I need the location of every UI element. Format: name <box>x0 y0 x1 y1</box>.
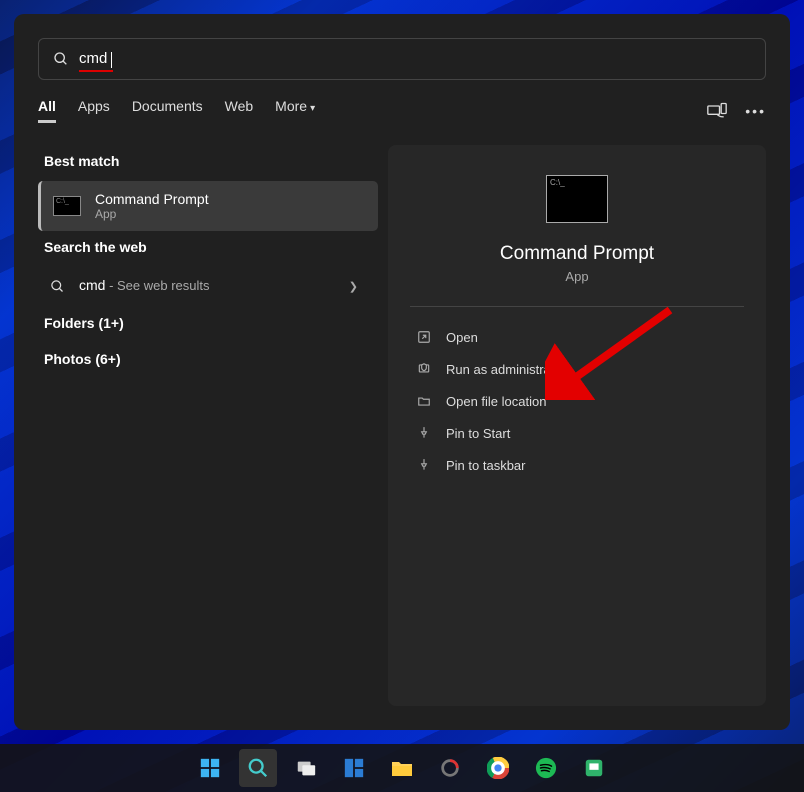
taskbar <box>0 744 804 792</box>
category-photos[interactable]: Photos (6+) <box>38 341 378 377</box>
command-prompt-icon: C:\_ <box>546 175 608 223</box>
section-search-web: Search the web <box>44 239 378 255</box>
open-icon <box>416 329 432 345</box>
action-open[interactable]: Open <box>410 321 744 353</box>
best-match-subtitle: App <box>95 207 209 221</box>
web-result-item[interactable]: cmd - See web results ❯ <box>38 267 378 305</box>
tab-documents[interactable]: Documents <box>132 98 203 123</box>
text-caret <box>111 52 112 68</box>
taskbar-task-view[interactable] <box>287 749 325 787</box>
chevron-right-icon: ❯ <box>349 280 358 293</box>
search-icon <box>53 51 69 67</box>
action-pin-to-taskbar[interactable]: Pin to taskbar <box>410 449 744 481</box>
action-run-as-administrator[interactable]: Run as administrator <box>410 353 744 385</box>
best-match-item[interactable]: C:\_ Command Prompt App <box>38 181 378 231</box>
devices-icon[interactable] <box>707 102 727 120</box>
pin-icon <box>416 457 432 473</box>
taskbar-spotify[interactable] <box>527 749 565 787</box>
start-button[interactable] <box>191 749 229 787</box>
admin-shield-icon <box>416 361 432 377</box>
divider <box>410 306 744 307</box>
tab-web[interactable]: Web <box>225 98 254 123</box>
taskbar-search-button[interactable] <box>239 749 277 787</box>
best-match-title: Command Prompt <box>95 191 209 207</box>
more-options-icon[interactable]: ••• <box>745 103 766 119</box>
search-input[interactable] <box>79 50 751 67</box>
web-result-term: cmd <box>79 277 105 293</box>
taskbar-app-1[interactable] <box>431 749 469 787</box>
taskbar-file-explorer[interactable] <box>383 749 421 787</box>
action-open-file-location[interactable]: Open file location <box>410 385 744 417</box>
preview-subtitle: App <box>565 269 588 284</box>
search-icon <box>50 279 65 294</box>
pin-icon <box>416 425 432 441</box>
folder-icon <box>416 393 432 409</box>
taskbar-app-2[interactable] <box>575 749 613 787</box>
spellcheck-underline <box>79 70 113 72</box>
action-pin-to-start[interactable]: Pin to Start <box>410 417 744 449</box>
category-folders[interactable]: Folders (1+) <box>38 305 378 341</box>
taskbar-widgets[interactable] <box>335 749 373 787</box>
web-result-suffix: - See web results <box>105 278 209 293</box>
tab-apps[interactable]: Apps <box>78 98 110 123</box>
chevron-down-icon: ▾ <box>310 103 315 114</box>
start-search-panel: All Apps Documents Web More▾ ••• Best ma… <box>14 14 790 730</box>
preview-pane: C:\_ Command Prompt App Open Run as admi… <box>388 145 766 706</box>
tab-more[interactable]: More▾ <box>275 98 315 123</box>
preview-title: Command Prompt <box>500 243 654 265</box>
search-bar[interactable] <box>38 38 766 80</box>
tab-all[interactable]: All <box>38 98 56 123</box>
command-prompt-icon: C:\_ <box>53 196 81 216</box>
section-best-match: Best match <box>44 153 378 169</box>
taskbar-chrome[interactable] <box>479 749 517 787</box>
